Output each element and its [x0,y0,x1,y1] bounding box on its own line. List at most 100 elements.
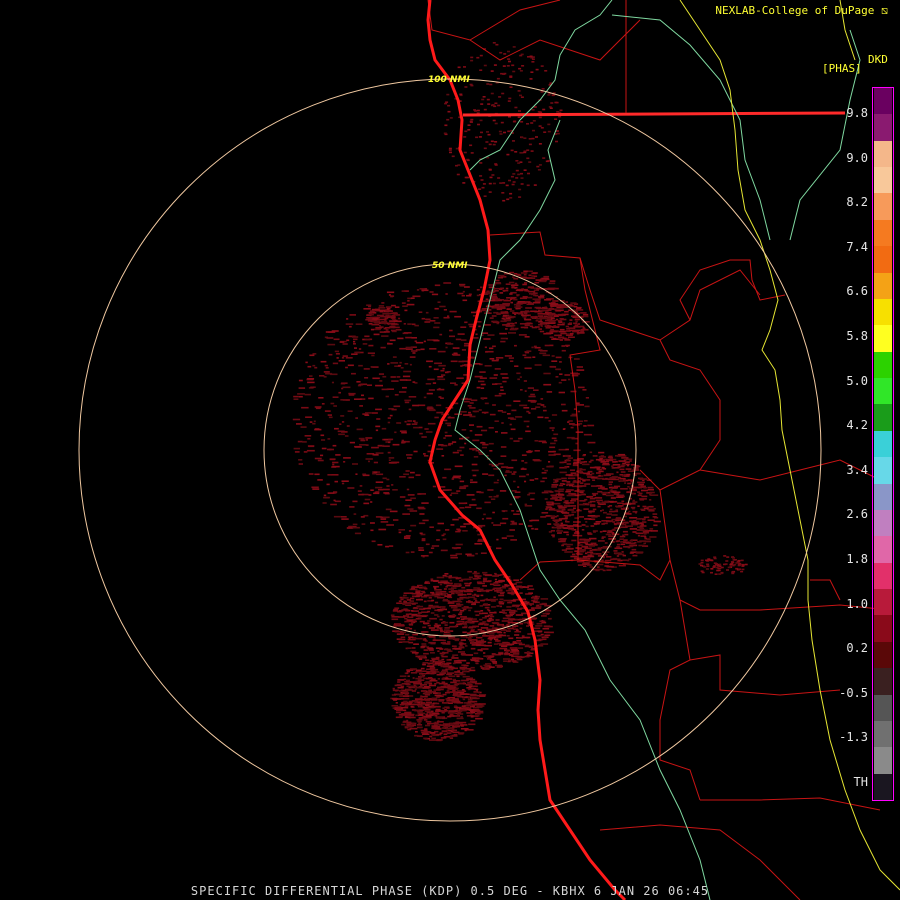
echo-cell [550,102,554,104]
echo-cell [550,303,559,305]
echo-cell [460,725,464,727]
echo-cell [460,578,468,581]
echo-cell [446,732,452,734]
echo-cell [450,576,458,579]
echo-cell [497,624,503,627]
echo-cell [732,557,735,559]
echo-cell [314,457,322,460]
echo-cell [340,415,345,417]
echo-cell [502,641,508,644]
echo-cell [425,701,432,704]
echo-cell [372,320,380,323]
echo-cell [434,660,441,663]
echo-cell [421,317,425,320]
echo-cell [529,604,532,606]
echo-cell [413,629,416,632]
echo-cell [451,729,457,732]
echo-cell [443,282,452,284]
echo-cell [703,566,707,568]
echo-cell [449,625,457,628]
echo-cell [298,463,303,465]
echo-cell [349,506,355,508]
echo-cell [394,706,400,709]
echo-cell [637,472,641,475]
echo-cell [400,598,404,601]
echo-cell [564,466,568,468]
echo-cell [652,513,658,515]
echo-cell [440,630,445,633]
echo-cell [524,312,528,315]
echo-cell [330,503,337,506]
echo-cell [476,691,480,693]
echo-cell [465,597,470,599]
echo-cell [389,510,398,513]
echo-cell [324,364,328,367]
echo-cell [592,549,597,551]
echo-cell [624,533,629,536]
echo-cell [456,620,463,623]
echo-cell [476,575,482,577]
echo-cell [608,538,616,540]
echo-cell [513,303,521,306]
echo-cell [398,641,403,643]
echo-cell [446,707,450,709]
echo-cell [435,656,440,659]
echo-cell [527,451,532,454]
echo-cell [637,494,642,497]
echo-cell [413,426,420,429]
echo-cell [548,308,554,310]
echo-cell [428,389,435,391]
echo-cell [531,61,535,63]
echo-cell [347,364,354,367]
echo-cell [559,361,562,363]
echo-cell [720,566,724,569]
echo-cell [581,529,585,531]
echo-cell [396,633,405,635]
echo-cell [474,543,483,545]
echo-cell [425,724,431,727]
echo-cell [293,398,299,400]
echo-cell [412,633,418,636]
echo-cell [546,465,554,468]
echo-cell [444,431,448,434]
echo-cell [496,77,500,80]
echo-cell [391,304,396,307]
echo-cell [640,485,646,488]
echo-cell [473,456,479,458]
echo-cell [527,277,536,279]
echo-cell [470,647,476,650]
echo-cell [527,387,534,389]
echo-cell [585,521,588,523]
echo-cell [483,573,487,576]
echo-cell [326,337,334,339]
legend-swatch [874,140,892,168]
radar-map[interactable]: 50 NMI 100 NMI [0,0,900,900]
echo-cell [511,655,519,658]
echo-cell [429,732,436,734]
echo-cell [413,682,421,685]
echo-cell [559,461,564,464]
echo-cell [320,434,325,437]
echo-cell [509,197,513,199]
echo-cell [442,367,445,370]
echo-cell [325,367,329,369]
echo-cell [334,500,341,503]
echo-cell [629,528,637,530]
echo-cell [370,522,375,524]
echo-cell [428,627,435,629]
echo-cell [494,282,502,285]
echo-cell [510,649,518,651]
echo-cell [589,466,596,469]
legend-swatch [874,641,892,669]
echo-cell [327,492,335,494]
echo-cell [480,594,484,597]
echo-cell [479,618,483,621]
echo-cell [334,492,337,494]
echo-cell [447,489,452,491]
echo-cell [483,513,486,516]
echo-cell [487,658,491,660]
echo-cell [398,690,403,692]
echo-cell [519,94,522,97]
echo-cell [448,147,452,150]
echo-cell [380,315,386,318]
